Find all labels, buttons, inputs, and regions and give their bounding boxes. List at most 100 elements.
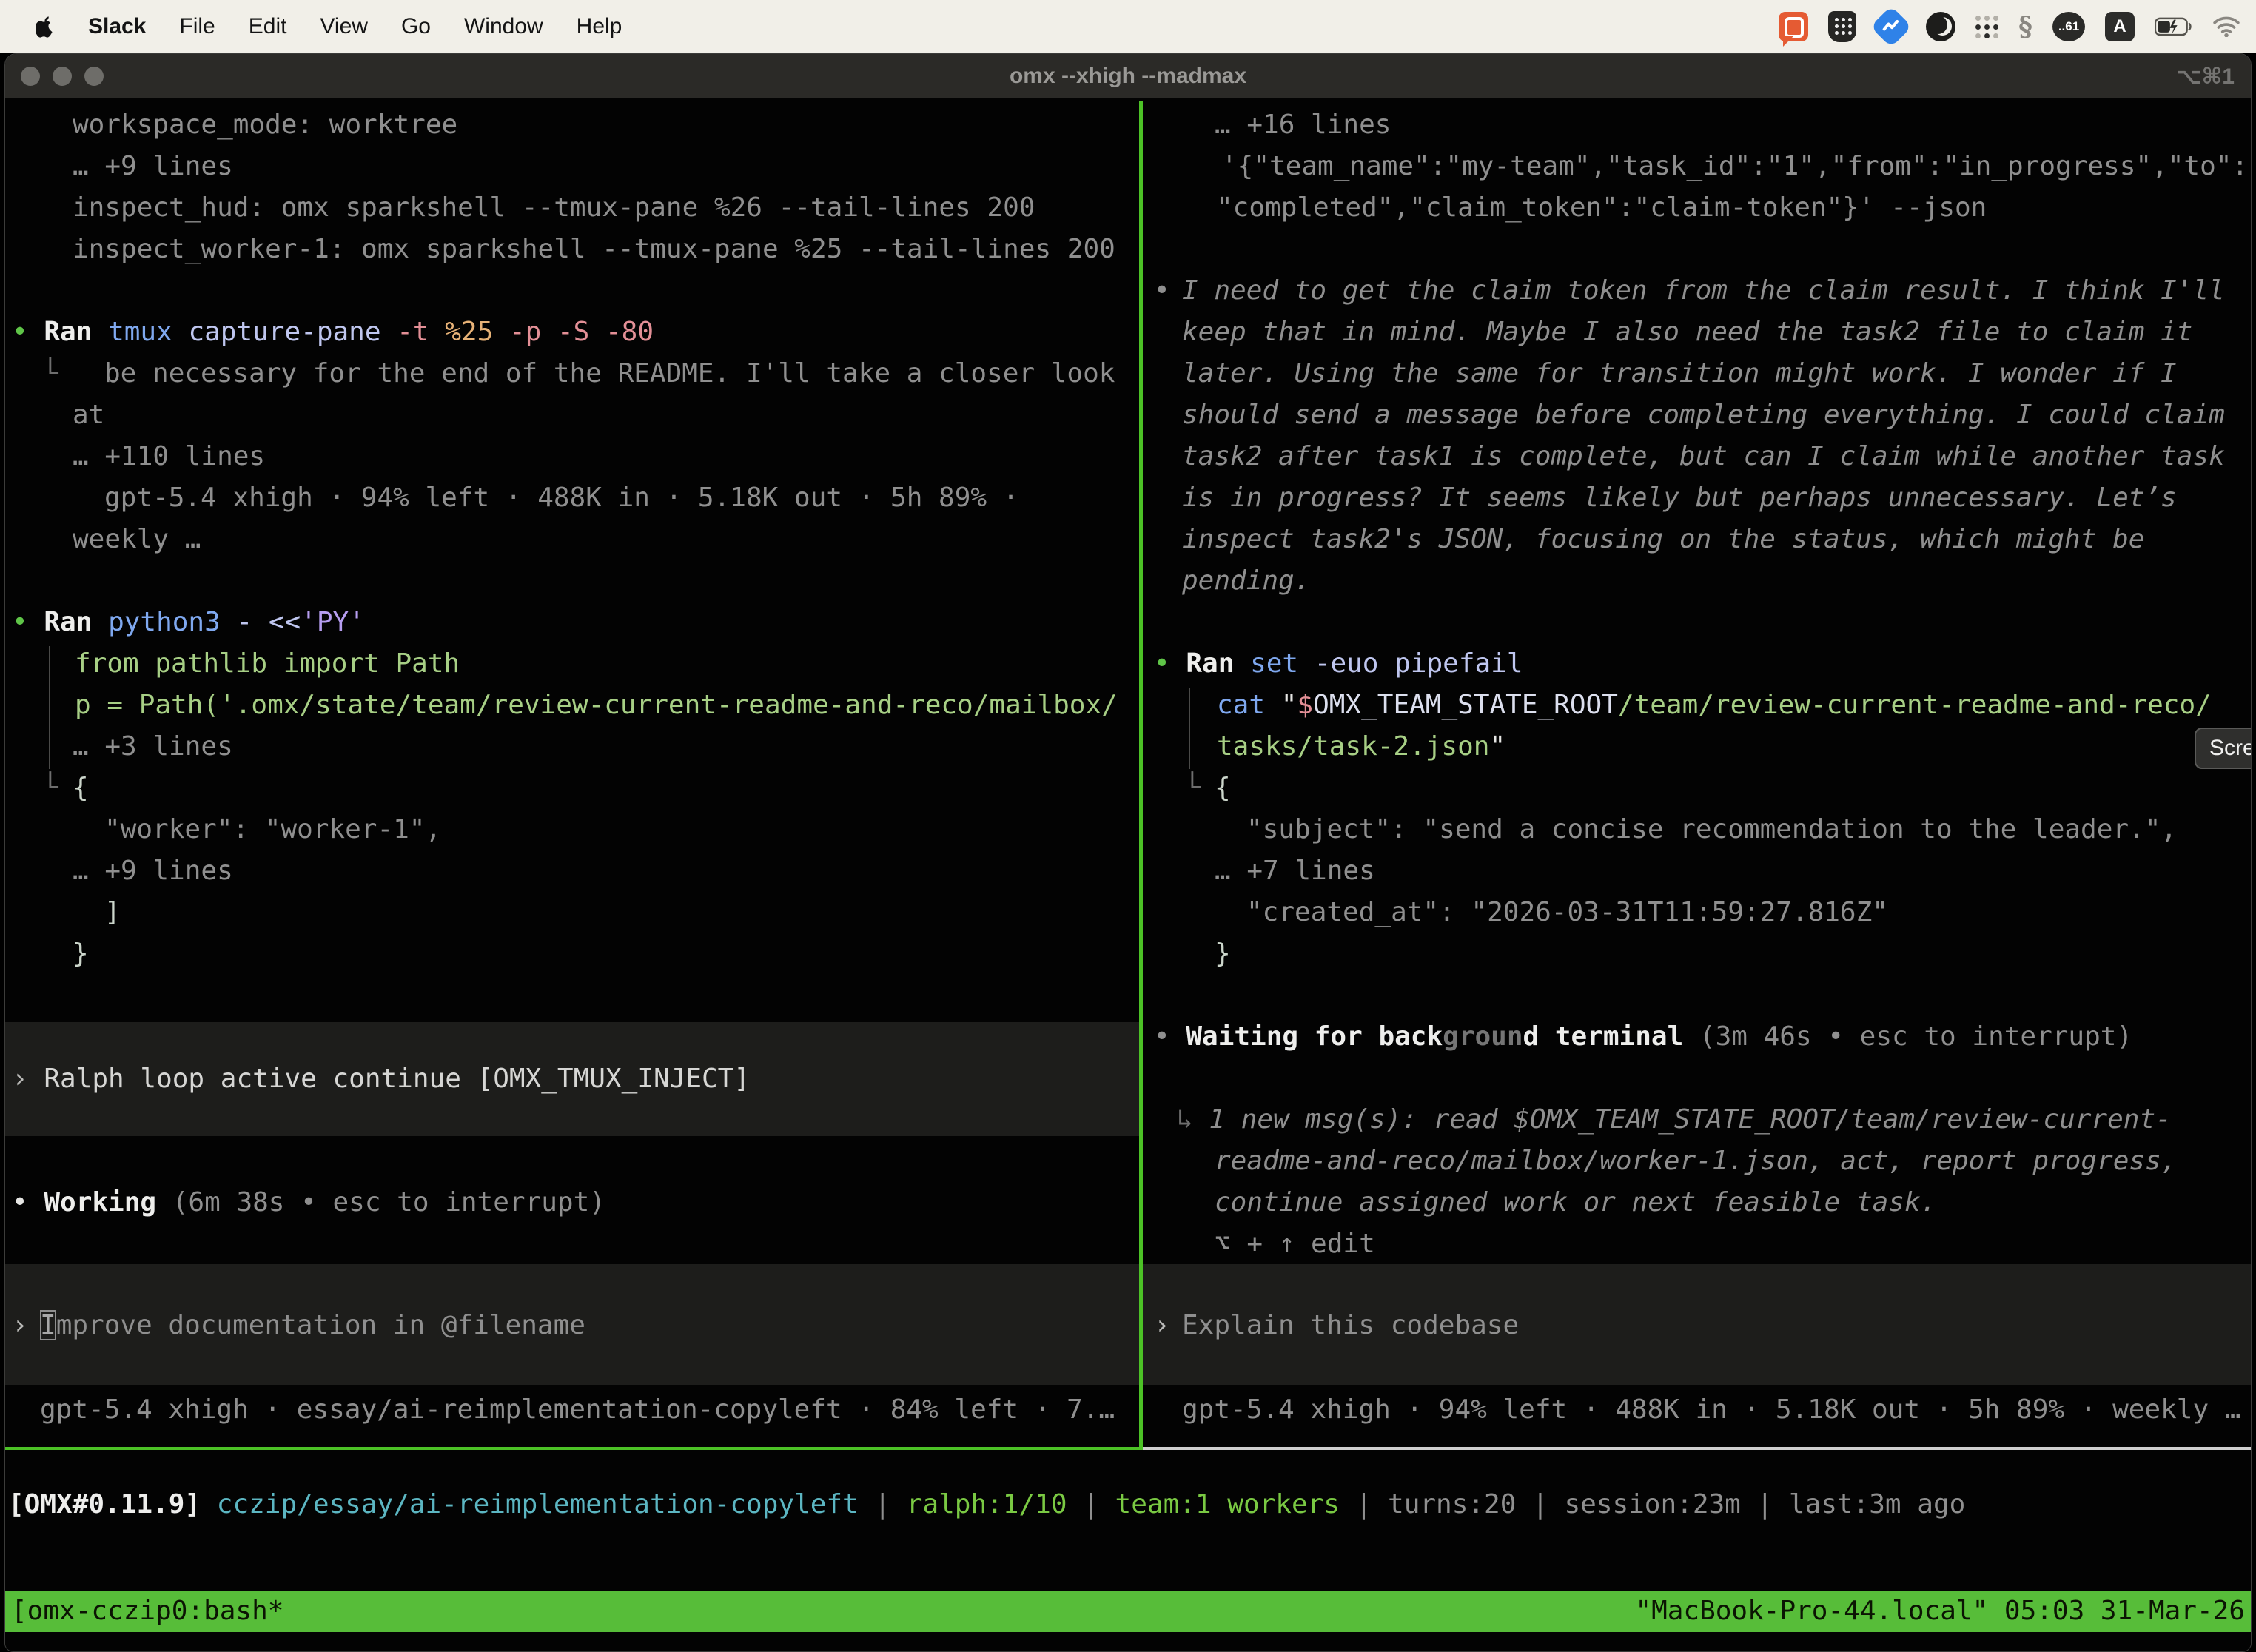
text-segment: /team/review-current-readme-and-reco/: [1618, 690, 2212, 720]
terminal-line: from pathlib import Path: [5, 643, 1139, 685]
left-pane-bottom-border: [5, 1447, 1139, 1450]
menu-go[interactable]: Go: [401, 14, 431, 39]
terminal-cell: "created_at": "2026-03-31T11:59:27.816Z": [1246, 892, 1888, 933]
terminal-line: gpt-5.4 xhigh · essay/ai-reimplementatio…: [5, 1389, 1139, 1431]
active-app-name[interactable]: Slack: [88, 14, 146, 39]
terminal-content[interactable]: workspace_mode: worktree… +9 linesinspec…: [5, 98, 2252, 1652]
text-segment: task2 after task1 is complete, but can I…: [1182, 441, 2225, 471]
messenger-icon[interactable]: [1870, 6, 1913, 48]
right-pane[interactable]: … +16 lines'{"team_name":"my-team","task…: [1143, 98, 2252, 1450]
terminal-window: omx --xhigh --madmax ⌥⌘1 workspace_mode:…: [4, 53, 2252, 1652]
dots-grid-icon[interactable]: [1975, 16, 1998, 38]
terminal-cell: task2 after task1 is complete, but can I…: [1182, 436, 2225, 477]
terminal-cell: ›: [1154, 1305, 1186, 1346]
terminal-line: ]: [5, 892, 1139, 933]
menu-file[interactable]: File: [179, 14, 215, 39]
menu-window[interactable]: Window: [464, 14, 543, 39]
wifi-icon[interactable]: [2213, 16, 2240, 37]
terminal-line: … +16 lines: [1143, 104, 2252, 146]
terminal-cell: … +9 lines: [73, 146, 233, 187]
terminal-cell: • Working (6m 38s • esc to interrupt): [12, 1182, 605, 1223]
apple-menu-icon[interactable]: [36, 16, 55, 38]
terminal-cell: "worker": "worker-1",: [104, 809, 441, 850]
terminal-line: › Explain this codebase: [1143, 1305, 2252, 1346]
badge-61-icon[interactable]: ..61: [2052, 12, 2085, 41]
menu-edit[interactable]: Edit: [249, 14, 287, 39]
text-segment: Ran: [44, 607, 108, 637]
menu-help[interactable]: Help: [577, 14, 622, 39]
text-segment: last:3m ago: [1789, 1489, 1965, 1520]
terminal-line: gpt-5.4 xhigh · 94% left · 488K in · 5.1…: [5, 477, 1139, 519]
tmux-host-clock: "MacBook-Pro-44.local" 05:03 31-Mar-26: [1635, 1591, 2245, 1632]
text-segment: cat: [1217, 690, 1281, 720]
input-source-icon[interactable]: A: [2105, 12, 2135, 41]
text-segment: %25: [445, 317, 509, 347]
text-segment: -euo pipefail: [1315, 648, 1523, 679]
text-segment: •: [12, 317, 44, 347]
terminal-cell: … +9 lines: [73, 850, 233, 892]
right-pane-bottom-border: [1143, 1447, 2252, 1450]
title-bar[interactable]: omx --xhigh --madmax ⌥⌘1: [5, 54, 2251, 98]
terminal-cell: }: [73, 933, 89, 975]
text-segment: groun: [1443, 1021, 1523, 1052]
terminal-cell: inspect task2's JSON, focusing on the st…: [1182, 519, 2144, 560]
text-segment: p = Path('.omx/state/team/review-current…: [75, 690, 1118, 720]
text-segment: … +110 lines: [73, 441, 265, 471]
terminal-cell: inspect_worker-1: omx sparkshell --tmux-…: [73, 229, 1115, 270]
terminal-line: … +3 lines: [5, 726, 1139, 768]
keypad-shield-icon[interactable]: [1828, 11, 1856, 42]
terminal-line: gpt-5.4 xhigh · 94% left · 488K in · 5.1…: [1143, 1389, 2252, 1431]
terminal-line: … +9 lines: [5, 146, 1139, 187]
terminal-line: at: [5, 394, 1139, 436]
terminal-cell: •: [1154, 270, 1186, 312]
text-segment: from pathlib import Path: [75, 648, 460, 679]
crescent-browser-icon[interactable]: [1926, 12, 1955, 41]
text-segment: inspect_worker-1: omx sparkshell --tmux-…: [73, 234, 1115, 264]
terminal-line: '{"team_name":"my-team","task_id":"1","f…: [1143, 146, 2252, 187]
terminal-line: cat "$OMX_TEAM_STATE_ROOT/team/review-cu…: [1143, 685, 2252, 726]
terminal-line: "subject": "send a concise recommendatio…: [1143, 809, 2252, 850]
terminal-cell: • Ran set -euo pipefail: [1154, 643, 1523, 685]
text-segment: tasks/task-2.json: [1217, 731, 1489, 762]
terminal-line: }: [1143, 933, 2252, 975]
terminal-line: ↳ 1 new msg(s): read $OMX_TEAM_STATE_ROO…: [1143, 1099, 2252, 1141]
terminal-cell: • Ran python3 - <<'PY': [12, 602, 365, 643]
terminal-line: is in progress? It seems likely but perh…: [1143, 477, 2252, 519]
left-pane[interactable]: workspace_mode: worktree… +9 linesinspec…: [5, 98, 1139, 1450]
text-segment: }: [1215, 939, 1231, 969]
terminal-cell: later. Using the same for transition mig…: [1182, 353, 2177, 394]
terminal-cell: ]: [104, 892, 121, 933]
terminal-line: readme-and-reco/mailbox/worker-1.json, a…: [1143, 1141, 2252, 1182]
terminal-line: • I need to get the claim token from the…: [1143, 270, 2252, 312]
text-segment: ": [1281, 690, 1297, 720]
terminal-line: weekly …: [5, 519, 1139, 560]
terminal-cell: pending.: [1182, 560, 1310, 602]
menu-view[interactable]: View: [320, 14, 367, 39]
tooltip-label: Scre: [2209, 736, 2252, 761]
text-segment: later. Using the same for transition mig…: [1182, 358, 2177, 389]
text-segment: ›: [1154, 1310, 1186, 1340]
text-segment: keep that in mind. Maybe I also need the…: [1182, 317, 2192, 347]
text-segment: ]: [104, 897, 121, 927]
text-segment: d terminal: [1523, 1021, 1699, 1052]
terminal-line: … +110 lines: [5, 436, 1139, 477]
battery-icon[interactable]: [2155, 17, 2193, 36]
terminal-cell: keep that in mind. Maybe I also need the…: [1182, 312, 2192, 353]
text-segment: gpt-5.4 xhigh · 94% left · 488K in · 5.1…: [1182, 1394, 2240, 1425]
text-segment: •: [1154, 648, 1186, 679]
text-segment: |: [1516, 1489, 1564, 1520]
text-segment: [201, 1489, 217, 1520]
terminal-cell: p = Path('.omx/state/team/review-current…: [75, 685, 1118, 726]
terminal-cell: gpt-5.4 xhigh · essay/ai-reimplementatio…: [40, 1389, 1115, 1431]
screen-tooltip: Scre: [2195, 728, 2252, 769]
terminal-line: … +7 lines: [1143, 850, 2252, 892]
terminal-cell: }: [1215, 933, 1231, 975]
chat-app-icon[interactable]: [1779, 12, 1808, 41]
terminal-line: └{: [1143, 768, 2252, 809]
terminal-cell: "completed","claim_token":"claim-token"}…: [1217, 187, 1987, 229]
squiggle-icon[interactable]: §: [2018, 11, 2032, 42]
terminal-line: "created_at": "2026-03-31T11:59:27.816Z": [1143, 892, 2252, 933]
text-segment: Waiting for back: [1186, 1021, 1443, 1052]
text-segment: turns:20: [1388, 1489, 1516, 1520]
terminal-line: └be necessary for the end of the README.…: [5, 353, 1139, 394]
